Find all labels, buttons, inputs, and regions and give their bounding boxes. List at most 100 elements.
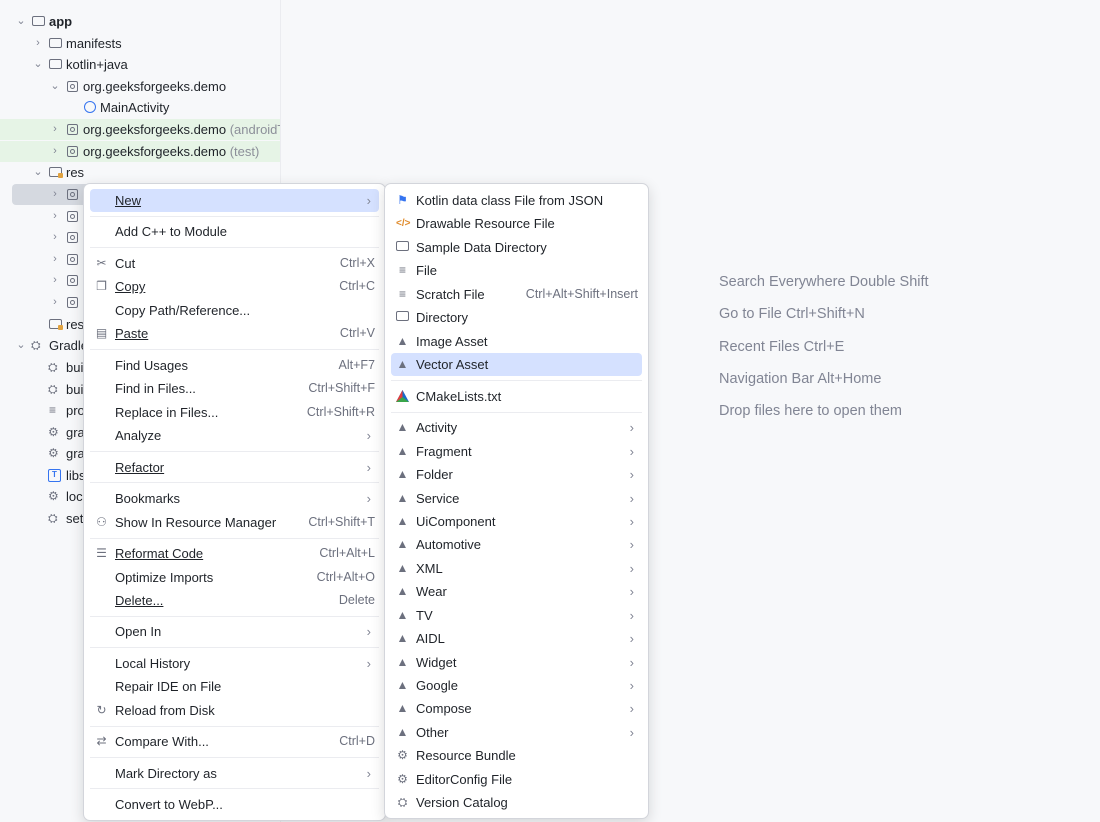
menu-item-optimize-imports[interactable]: Optimize Imports Ctrl+Alt+O [90, 566, 379, 589]
submenu-item-version-catalog[interactable]: ⛭ Version Catalog [391, 791, 642, 814]
reformat-icon: ☰ [96, 546, 107, 560]
submenu-item-widget[interactable]: ▲ Widget › [391, 651, 642, 674]
submenu-item-image-asset[interactable]: ▲ Image Asset [391, 330, 642, 353]
menu-shortcut: Ctrl+V [339, 326, 375, 340]
menu-item-label: New [115, 193, 142, 208]
submenu-item-kotlin-from-json[interactable]: ⚑ Kotlin data class File from JSON [391, 189, 642, 212]
chevron-right-icon: › [629, 537, 634, 552]
chevron-down-icon[interactable]: ⌄ [14, 11, 28, 32]
submenu-item-tv[interactable]: ▲ TV › [391, 604, 642, 627]
package-icon [67, 79, 81, 93]
submenu-item-google[interactable]: ▲ Google › [391, 674, 642, 697]
submenu-item-vector-asset[interactable]: ▲ Vector Asset [391, 353, 642, 376]
menu-shortcut: Ctrl+X [339, 256, 375, 270]
chevron-right-icon: › [366, 460, 371, 475]
submenu-item-directory[interactable]: Directory [391, 306, 642, 329]
chevron-right-icon[interactable]: › [48, 249, 62, 270]
menu-item-new[interactable]: New › [90, 189, 379, 212]
menu-item-bookmarks[interactable]: Bookmarks › [90, 487, 379, 510]
submenu-item-service[interactable]: ▲ Service › [391, 487, 642, 510]
tree-node-app[interactable]: ⌄ app [0, 11, 280, 32]
gradle-icon: ⛭ [31, 338, 41, 352]
menu-item-replace-in-files[interactable]: Replace in Files... Ctrl+Shift+R [90, 401, 379, 424]
android-icon: ▲ [396, 491, 409, 505]
menu-item-paste[interactable]: ▤ Paste Ctrl+V [90, 322, 379, 345]
submenu-item-folder[interactable]: ▲ Folder › [391, 463, 642, 486]
submenu-item-activity[interactable]: ▲ Activity › [391, 416, 642, 439]
menu-separator [391, 412, 642, 413]
menu-item-label: Open In [115, 624, 162, 639]
tree-node-manifests[interactable]: › manifests [0, 33, 280, 54]
android-icon: ▲ [396, 537, 409, 551]
submenu-item-scratch-file[interactable]: ≡ Scratch File Ctrl+Alt+Shift+Insert [391, 283, 642, 306]
submenu-item-compose[interactable]: ▲ Compose › [391, 697, 642, 720]
menu-item-find-in-files[interactable]: Find in Files... Ctrl+Shift+F [90, 377, 379, 400]
chevron-right-icon: › [366, 491, 371, 506]
menu-item-refactor[interactable]: Refactor › [90, 456, 379, 479]
tree-node-kotlin-java[interactable]: ⌄ kotlin+java [0, 54, 280, 75]
submenu-item-resource-bundle[interactable]: ⚙ Resource Bundle [391, 744, 642, 767]
menu-item-label: CMakeLists.txt [416, 389, 502, 404]
menu-item-label: EditorConfig File [416, 772, 513, 787]
menu-item-label: Version Catalog [416, 795, 508, 810]
menu-item-compare-with[interactable]: ⇄ Compare With... Ctrl+D [90, 730, 379, 753]
chevron-down-icon[interactable]: ⌄ [31, 162, 45, 183]
folder-icon [396, 311, 409, 324]
menu-item-analyze[interactable]: Analyze › [90, 424, 379, 447]
tree-node-main-activity[interactable]: MainActivity [0, 97, 280, 118]
menu-item-add-cpp[interactable]: Add C++ to Module [90, 220, 379, 243]
chevron-down-icon[interactable]: ⌄ [48, 76, 62, 97]
tree-node-res[interactable]: ⌄ res [0, 162, 280, 183]
submenu-item-wear[interactable]: ▲ Wear › [391, 580, 642, 603]
chevron-down-icon[interactable]: ⌄ [14, 335, 28, 356]
chevron-down-icon[interactable]: ⌄ [31, 54, 45, 75]
menu-item-repair-ide[interactable]: Repair IDE on File [90, 675, 379, 698]
submenu-item-sample-data-directory[interactable]: Sample Data Directory [391, 236, 642, 259]
submenu-item-other[interactable]: ▲ Other › [391, 721, 642, 744]
submenu-item-aidl[interactable]: ▲ AIDL › [391, 627, 642, 650]
chevron-right-icon[interactable]: › [48, 270, 62, 291]
menu-item-convert-to-webp[interactable]: Convert to WebP... [90, 793, 379, 816]
submenu-item-editorconfig[interactable]: ⚙ EditorConfig File [391, 768, 642, 791]
submenu-item-file[interactable]: ≡ File [391, 259, 642, 282]
package-icon [67, 122, 81, 136]
submenu-item-fragment[interactable]: ▲ Fragment › [391, 440, 642, 463]
chevron-right-icon[interactable]: › [48, 292, 62, 313]
menu-item-copy-path[interactable]: Copy Path/Reference... [90, 299, 379, 322]
menu-separator [90, 647, 379, 648]
menu-item-label: Vector Asset [416, 357, 489, 372]
chevron-right-icon[interactable]: › [48, 227, 62, 248]
submenu-item-uicomponent[interactable]: ▲ UiComponent › [391, 510, 642, 533]
chevron-right-icon[interactable]: › [48, 119, 62, 140]
menu-item-reformat-code[interactable]: ☰ Reformat Code Ctrl+Alt+L [90, 542, 379, 565]
submenu-item-drawable-resource[interactable]: </> Drawable Resource File [391, 212, 642, 235]
chevron-right-icon[interactable]: › [48, 141, 62, 162]
chevron-right-icon[interactable]: › [48, 206, 62, 227]
menu-item-label: Other [416, 725, 449, 740]
android-icon: ▲ [396, 357, 409, 371]
menu-item-label: Reformat Code [115, 546, 204, 561]
tree-label: loc [66, 489, 83, 504]
menu-item-copy[interactable]: ❐ Copy Ctrl+C [90, 275, 379, 298]
menu-item-mark-directory-as[interactable]: Mark Directory as › [90, 762, 379, 785]
tree-node-package-main[interactable]: ⌄ org.geeksforgeeks.demo [0, 76, 280, 97]
gradle-file-icon: ⛭ [48, 511, 58, 525]
submenu-item-automotive[interactable]: ▲ Automotive › [391, 533, 642, 556]
tree-node-package-android-test[interactable]: › org.geeksforgeeks.demo (androidT [0, 119, 280, 140]
menu-item-show-in-resource-manager[interactable]: ⚇ Show In Resource Manager Ctrl+Shift+T [90, 511, 379, 534]
menu-item-cut[interactable]: ✂ Cut Ctrl+X [90, 252, 379, 275]
chevron-right-icon[interactable]: › [48, 184, 62, 205]
submenu-item-cmakelists[interactable]: CMakeLists.txt [391, 385, 642, 408]
menu-item-find-usages[interactable]: Find Usages Alt+F7 [90, 354, 379, 377]
menu-shortcut: Ctrl+D [339, 734, 375, 748]
menu-item-local-history[interactable]: Local History › [90, 652, 379, 675]
menu-item-reload-from-disk[interactable]: ↻ Reload from Disk [90, 699, 379, 722]
menu-separator [90, 538, 379, 539]
chevron-right-icon: › [629, 678, 634, 693]
android-icon: ▲ [396, 678, 409, 692]
menu-item-open-in[interactable]: Open In › [90, 620, 379, 643]
submenu-item-xml[interactable]: ▲ XML › [391, 557, 642, 580]
menu-item-delete[interactable]: Delete... Delete [90, 589, 379, 612]
chevron-right-icon[interactable]: › [31, 33, 45, 54]
tree-node-package-test[interactable]: › org.geeksforgeeks.demo (test) [0, 141, 280, 162]
